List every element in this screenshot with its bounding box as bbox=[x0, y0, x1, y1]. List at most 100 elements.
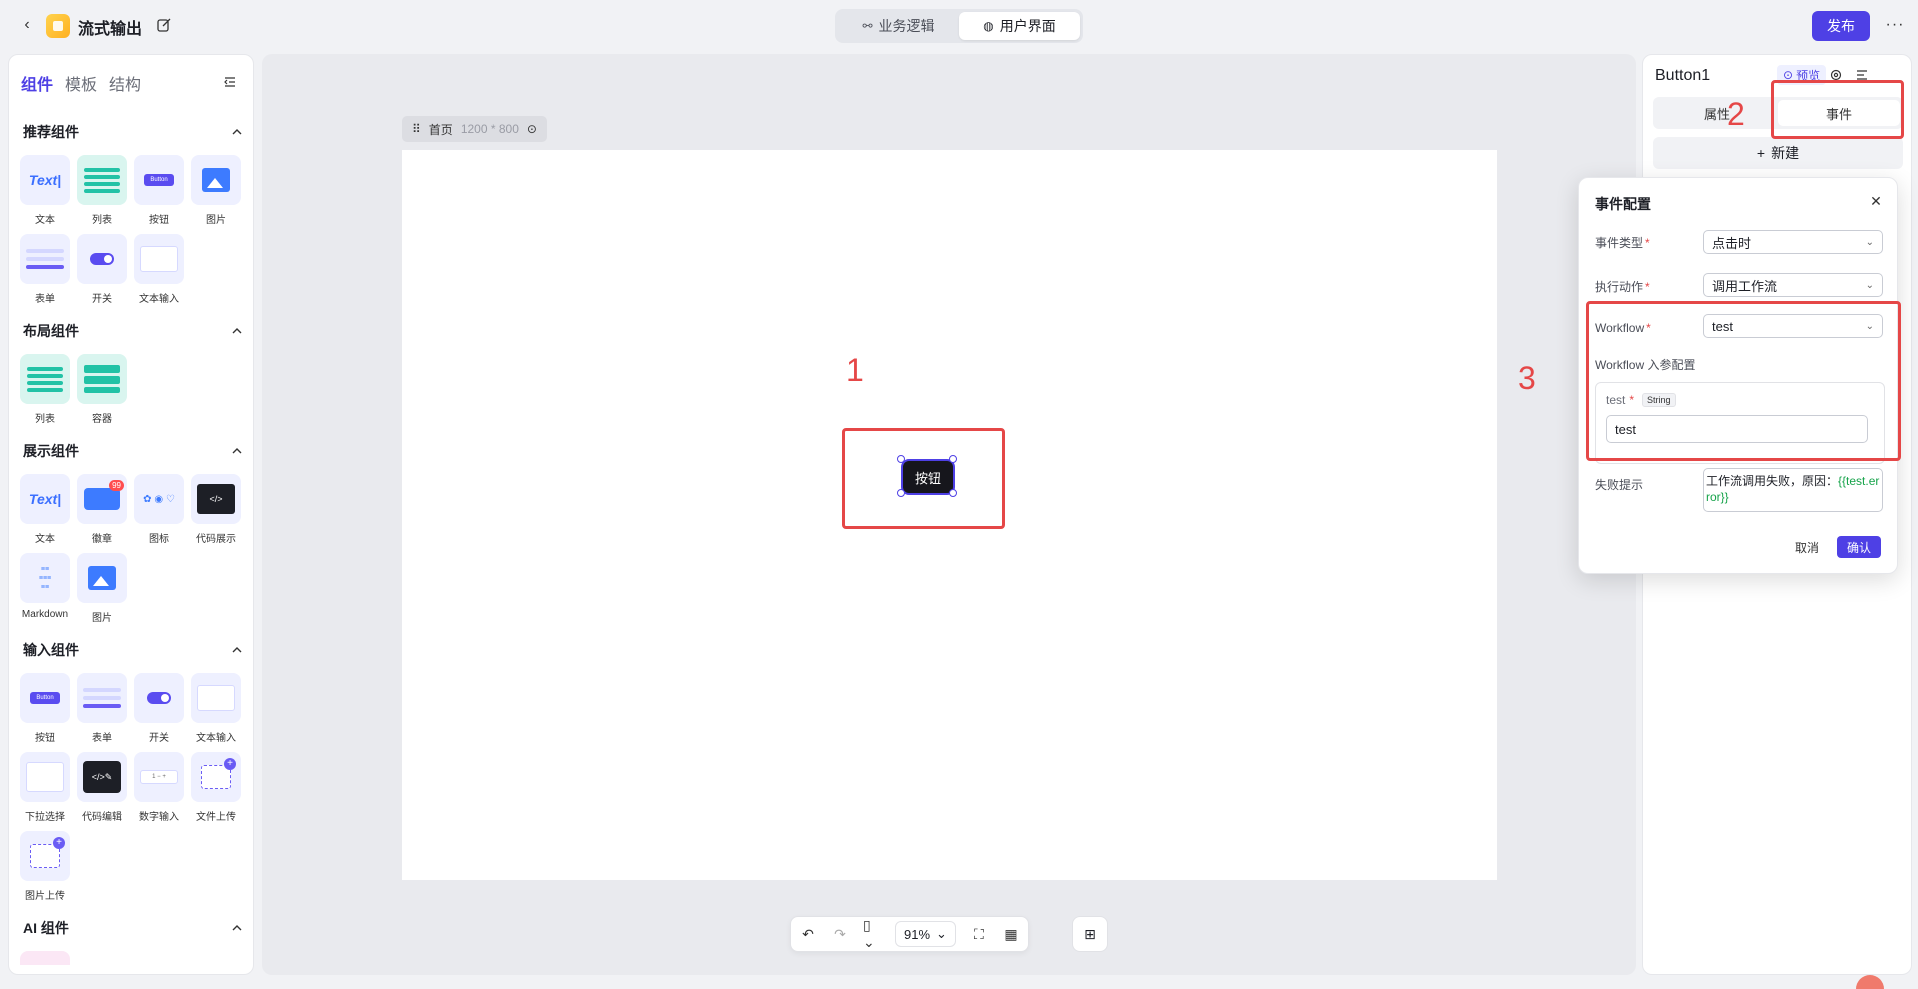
chevron-down-icon: ⌄ bbox=[1865, 236, 1874, 248]
image-icon bbox=[202, 168, 230, 192]
chevron-up-icon[interactable] bbox=[231, 325, 243, 337]
component-input-button[interactable]: Button 按钮 bbox=[20, 673, 70, 744]
chevron-up-icon[interactable] bbox=[231, 126, 243, 138]
avatar[interactable] bbox=[1856, 975, 1884, 989]
zoom-selector[interactable]: 91% ⌄ bbox=[895, 921, 956, 947]
action-label: 执行动作 * bbox=[1595, 280, 1650, 294]
section-display[interactable]: 展示组件 bbox=[23, 441, 243, 461]
component-input-text[interactable]: 文本输入 bbox=[191, 673, 241, 744]
play-icon[interactable]: ⊙ bbox=[527, 122, 537, 136]
publish-button[interactable]: 发布 bbox=[1812, 11, 1870, 41]
toggle-icon bbox=[90, 253, 114, 265]
fit-screen-icon[interactable]: ⛶ bbox=[970, 925, 988, 943]
tab-user-interface[interactable]: ◍ 用户界面 bbox=[959, 12, 1080, 40]
canvas-button[interactable]: 按钮 bbox=[901, 459, 955, 495]
tab-structure[interactable]: 结构 bbox=[109, 71, 141, 95]
component-list[interactable]: 列表 bbox=[77, 155, 127, 226]
new-event-button[interactable]: + 新建 bbox=[1653, 137, 1903, 169]
mode-switch: ⚯ 业务逻辑 ◍ 用户界面 bbox=[835, 9, 1083, 43]
chevron-up-icon[interactable] bbox=[231, 445, 243, 457]
collapse-panel-icon[interactable] bbox=[223, 75, 237, 89]
component-container[interactable]: 容器 bbox=[77, 354, 127, 425]
chevron-down-icon: ⌄ bbox=[1865, 279, 1874, 291]
fail-message-input[interactable]: 工作流调用失败，原因：{{test.error}} bbox=[1703, 468, 1883, 512]
close-icon[interactable]: ✕ bbox=[1869, 193, 1883, 209]
component-layout-list[interactable]: 列表 bbox=[20, 354, 70, 425]
back-icon[interactable]: ‹ bbox=[18, 16, 36, 34]
event-type-label: 事件类型 * bbox=[1595, 236, 1650, 250]
dialog-title: 事件配置 bbox=[1595, 196, 1651, 212]
add-page-icon: ⊞ bbox=[1084, 925, 1096, 942]
ai-component-thumb[interactable] bbox=[20, 951, 70, 965]
image-upload-icon bbox=[30, 837, 65, 868]
drag-handle-icon[interactable]: ⠿ bbox=[412, 122, 421, 136]
component-code-display[interactable]: </> 代码展示 bbox=[191, 474, 241, 545]
app-title: 流式输出 bbox=[78, 21, 143, 38]
plus-icon: + bbox=[1756, 145, 1766, 161]
redo-icon[interactable]: ↷ bbox=[831, 925, 849, 943]
component-icon[interactable]: ✿ ◉ ♡ 图标 bbox=[134, 474, 184, 545]
component-select[interactable]: 下拉选择 bbox=[20, 752, 70, 823]
resize-handle[interactable] bbox=[897, 489, 905, 497]
component-panel-tabs: 组件 模板 结构 bbox=[21, 71, 141, 95]
section-input[interactable]: 输入组件 bbox=[23, 640, 243, 660]
code-icon: </> bbox=[197, 484, 235, 514]
canvas-toolbar: ↶ ↷ ▯ ⌄ 91% ⌄ ⛶ ▦ bbox=[790, 916, 1029, 952]
component-text-input[interactable]: 文本输入 bbox=[134, 234, 184, 305]
component-file-upload[interactable]: 文件上传 bbox=[191, 752, 241, 823]
tab-properties[interactable]: 属性 bbox=[1656, 100, 1778, 126]
chevron-up-icon[interactable] bbox=[231, 922, 243, 934]
component-text[interactable]: Text| 文本 bbox=[20, 155, 70, 226]
action-select[interactable]: 调用工作流 ⌄ bbox=[1703, 273, 1883, 297]
component-input-switch[interactable]: 开关 bbox=[134, 673, 184, 744]
resize-handle[interactable] bbox=[949, 455, 957, 463]
confirm-button[interactable]: 确认 bbox=[1837, 536, 1881, 558]
component-button[interactable]: Button 按钮 bbox=[134, 155, 184, 226]
annotation-number-3: 3 bbox=[1518, 360, 1536, 396]
undo-icon[interactable]: ↶ bbox=[799, 925, 817, 943]
more-icon[interactable]: ··· bbox=[1884, 14, 1906, 36]
list-thumb bbox=[84, 165, 120, 196]
image-icon bbox=[88, 566, 116, 590]
icons-thumb: ✿ ◉ ♡ bbox=[143, 493, 175, 505]
mouse-icon[interactable]: ▯ ⌄ bbox=[863, 917, 881, 950]
component-input-form[interactable]: 表单 bbox=[77, 673, 127, 744]
edit-icon[interactable] bbox=[156, 17, 172, 33]
component-display-image[interactable]: 图片 bbox=[77, 553, 127, 624]
text-thumb: Text| bbox=[28, 491, 62, 507]
container-thumb bbox=[84, 362, 120, 396]
annotation-number-1: 1 bbox=[846, 352, 864, 388]
page-tag[interactable]: ⠿ 首页 1200 * 800 ⊙ bbox=[402, 116, 547, 142]
section-layout[interactable]: 布局组件 bbox=[23, 321, 243, 341]
resize-handle[interactable] bbox=[897, 455, 905, 463]
cancel-button[interactable]: 取消 bbox=[1787, 536, 1827, 558]
tab-business-logic[interactable]: ⚯ 业务逻辑 bbox=[838, 12, 959, 40]
component-markdown[interactable]: ≡≡ ≡≡≡ ≡≡ Markdown bbox=[20, 553, 70, 620]
component-code-editor[interactable]: </>✎ 代码编辑 bbox=[77, 752, 127, 823]
text-thumb: Text| bbox=[28, 172, 62, 188]
section-ai[interactable]: AI 组件 bbox=[23, 918, 243, 938]
annotation-box-3 bbox=[1586, 301, 1901, 461]
flow-icon: ⚯ bbox=[862, 19, 873, 33]
input-thumb bbox=[197, 685, 235, 711]
app-logo-icon bbox=[46, 14, 70, 38]
tab-templates[interactable]: 模板 bbox=[65, 71, 97, 95]
form-thumb bbox=[83, 684, 121, 712]
component-image-upload[interactable]: 图片上传 bbox=[20, 831, 70, 902]
component-display-text[interactable]: Text| 文本 bbox=[20, 474, 70, 545]
event-type-select[interactable]: 点击时 ⌄ bbox=[1703, 230, 1883, 254]
annotation-box-2 bbox=[1771, 80, 1904, 139]
component-switch[interactable]: 开关 bbox=[77, 234, 127, 305]
tab-components[interactable]: 组件 bbox=[21, 71, 53, 95]
component-panel: 组件 模板 结构 推荐组件 Text| 文本 列表 Button 按钮 图片 表… bbox=[8, 54, 254, 975]
section-recommended[interactable]: 推荐组件 bbox=[23, 122, 243, 142]
component-number-input[interactable]: 1 − + 数字输入 bbox=[134, 752, 184, 823]
component-badge[interactable]: 99 徽章 bbox=[77, 474, 127, 545]
component-form[interactable]: 表单 bbox=[20, 234, 70, 305]
add-page-button[interactable]: ⊞ bbox=[1072, 916, 1108, 952]
markdown-thumb: ≡≡ ≡≡≡ ≡≡ bbox=[38, 565, 52, 591]
resize-handle[interactable] bbox=[949, 489, 957, 497]
chevron-up-icon[interactable] bbox=[231, 644, 243, 656]
component-image[interactable]: 图片 bbox=[191, 155, 241, 226]
grid-icon[interactable]: ▦ bbox=[1002, 925, 1020, 943]
